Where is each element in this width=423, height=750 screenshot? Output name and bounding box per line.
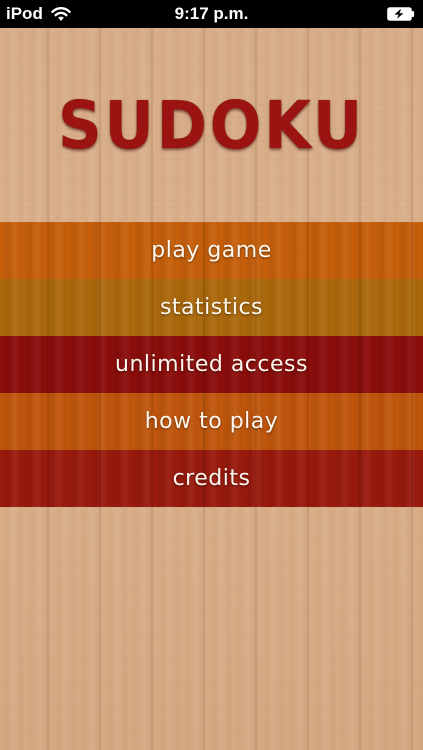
clock: 9:17 p.m. xyxy=(174,4,249,23)
menu-item-statistics[interactable]: statistics xyxy=(0,279,423,336)
app-title: SUDOKU xyxy=(58,87,365,164)
menu-item-label: play game xyxy=(151,238,272,263)
menu-item-play-game[interactable]: play game xyxy=(0,222,423,279)
battery-charging-icon xyxy=(387,7,415,21)
menu-item-label: statistics xyxy=(159,295,264,320)
menu-item-label: how to play xyxy=(144,409,279,434)
menu-item-unlimited-access[interactable]: unlimited access xyxy=(0,336,423,393)
menu-item-how-to-play[interactable]: how to play xyxy=(0,393,423,450)
menu-item-label: credits xyxy=(172,466,251,491)
main-menu: play game statistics unlimited access ho… xyxy=(0,222,423,507)
menu-item-label: unlimited access xyxy=(115,352,308,377)
status-bar: iPod 9:17 p.m. xyxy=(0,0,423,28)
menu-item-credits[interactable]: credits xyxy=(0,450,423,507)
app-screen: iPod 9:17 p.m. SUDOKU play game statisti… xyxy=(0,0,423,750)
